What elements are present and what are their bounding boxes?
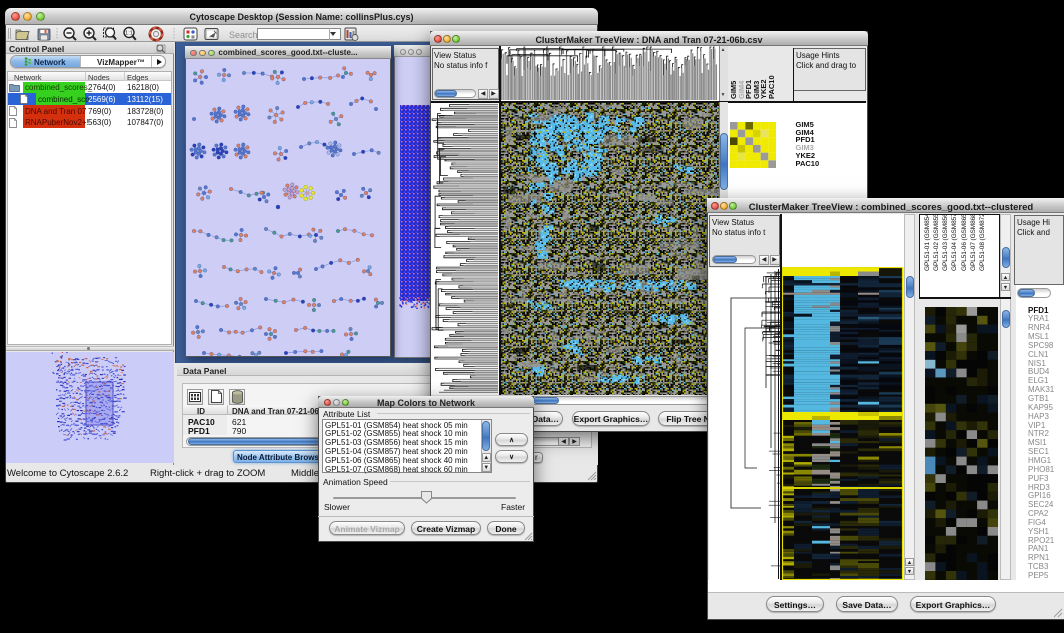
svg-text:1:1: 1:1 (125, 31, 133, 37)
